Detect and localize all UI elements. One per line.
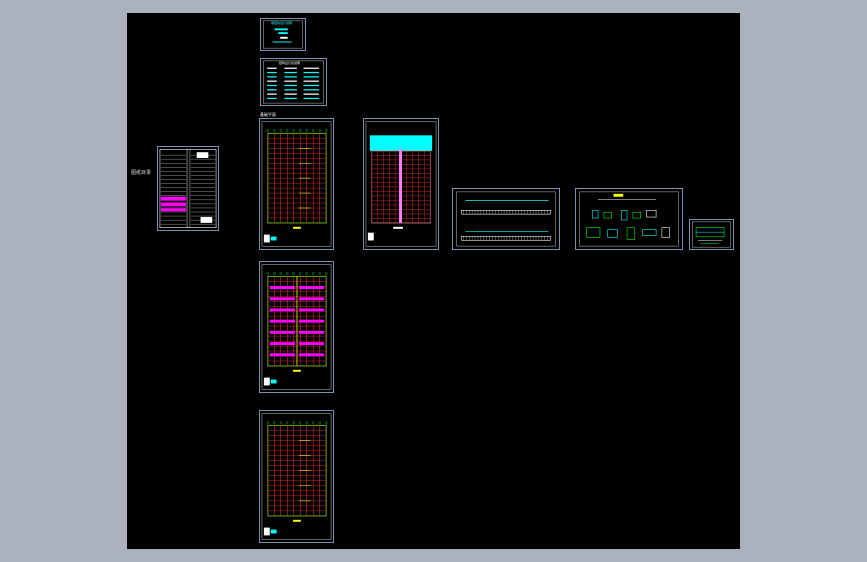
index-sheet[interactable] xyxy=(157,146,219,231)
details-drawing xyxy=(579,191,679,247)
details-sheet[interactable] xyxy=(575,188,683,250)
plan-sheet-3[interactable] xyxy=(259,410,334,543)
roof-plan-drawing xyxy=(365,121,437,247)
index-side-label: 图纸目录 xyxy=(131,170,152,176)
elevation-sheet[interactable] xyxy=(452,188,560,250)
small-detail-drawing xyxy=(692,221,731,248)
model-space-canvas[interactable]: 图纸目录 钢结构设计说明 结构设计总说明 基础平面 xyxy=(127,13,740,549)
roof-plan-sheet[interactable] xyxy=(363,118,439,250)
plan-2-drawing xyxy=(261,264,332,390)
small-detail-sheet[interactable] xyxy=(689,219,734,250)
elevation-drawing xyxy=(456,191,556,247)
notes-sheet[interactable]: 结构设计总说明 xyxy=(260,58,327,106)
plan-3-drawing xyxy=(261,413,332,540)
cover-sheet[interactable]: 钢结构设计说明 xyxy=(260,18,306,51)
plan-1-drawing xyxy=(261,121,332,247)
notes-sheet-drawing xyxy=(263,60,324,104)
plan-sheet-2[interactable] xyxy=(259,261,334,393)
index-sheet-drawing xyxy=(159,149,217,228)
cover-sheet-drawing xyxy=(263,20,303,49)
plan-sheet-1[interactable] xyxy=(259,118,334,250)
